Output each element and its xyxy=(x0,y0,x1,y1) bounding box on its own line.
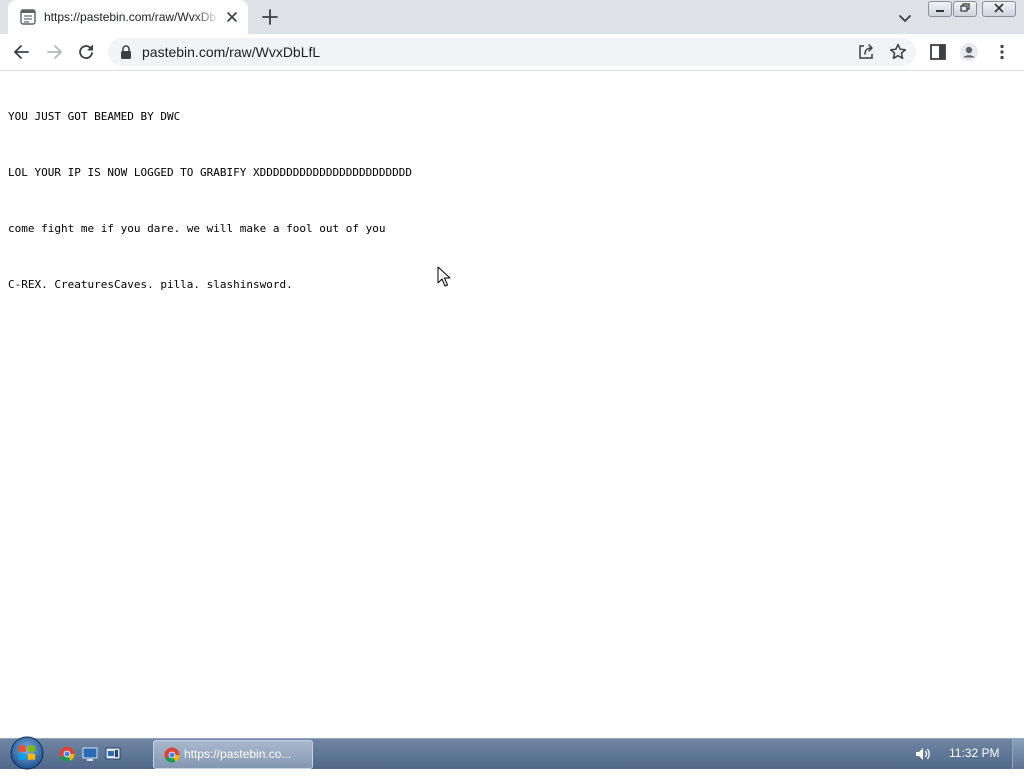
show-desktop-button[interactable] xyxy=(1012,739,1024,769)
new-tab-button[interactable] xyxy=(260,7,280,27)
tab-search-chevron-icon[interactable] xyxy=(895,8,915,28)
profile-icon[interactable] xyxy=(959,42,979,62)
taskbar-clock[interactable]: 11:32 PM xyxy=(949,746,999,760)
volume-icon[interactable] xyxy=(914,746,932,762)
start-orb-icon[interactable] xyxy=(8,735,46,771)
side-panel-icon[interactable] xyxy=(928,42,948,62)
browser-toolbar: pastebin.com/raw/WvxDbLfL xyxy=(0,34,1024,71)
star-icon[interactable] xyxy=(888,42,908,62)
url-text: pastebin.com/raw/WvxDbLfL xyxy=(142,44,321,60)
raw-paste-content: YOU JUST GOT BEAMED BY DWC LOL YOUR IP I… xyxy=(8,82,1008,319)
paste-line: come fight me if you dare. we will make … xyxy=(8,222,386,235)
tab-title-fade xyxy=(194,6,220,28)
close-window-button[interactable] xyxy=(982,1,1016,17)
taskbar-item-label: https://pastebin.co... xyxy=(184,747,292,761)
reload-icon[interactable] xyxy=(76,42,96,62)
computer-icon[interactable] xyxy=(82,746,98,762)
close-tab-icon[interactable] xyxy=(225,10,239,24)
share-icon[interactable] xyxy=(856,42,876,62)
restore-button[interactable] xyxy=(953,1,977,17)
pastebin-favicon-icon xyxy=(20,9,36,25)
paste-line: C-REX. CreaturesCaves. pilla. slashinswo… xyxy=(8,278,293,291)
taskbar: https://pastebin.co... 11:32 PM xyxy=(0,735,1024,771)
tab-strip: https://pastebin.com/raw/WvxDbLfL xyxy=(0,0,1024,34)
browser-tab[interactable]: https://pastebin.com/raw/WvxDbLfL xyxy=(8,0,248,34)
kebab-menu-icon[interactable] xyxy=(992,42,1012,62)
back-arrow-icon[interactable] xyxy=(12,42,32,62)
address-bar[interactable]: pastebin.com/raw/WvxDbLfL xyxy=(108,38,916,66)
paste-line: YOU JUST GOT BEAMED BY DWC xyxy=(8,110,181,123)
minimize-button[interactable] xyxy=(928,1,952,17)
remote-desktop-icon[interactable] xyxy=(105,746,121,762)
mouse-cursor-icon xyxy=(437,266,451,288)
lock-icon[interactable] xyxy=(120,45,132,59)
chrome-icon xyxy=(164,747,180,763)
paste-line: LOL YOUR IP IS NOW LOGGED TO GRABIFY XDD… xyxy=(8,166,412,179)
chrome-icon[interactable] xyxy=(59,746,75,762)
taskbar-chrome-window[interactable]: https://pastebin.co... xyxy=(153,740,313,769)
forward-arrow-icon[interactable] xyxy=(44,42,64,62)
tab-title: https://pastebin.com/raw/WvxDbLfL xyxy=(44,10,216,24)
